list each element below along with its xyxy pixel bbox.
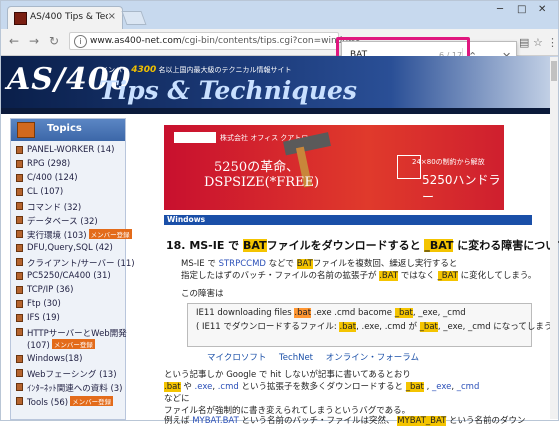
forward-icon[interactable]: → bbox=[29, 34, 39, 48]
tab-close-icon[interactable]: × bbox=[108, 11, 116, 22]
link-microsoft[interactable]: マイクロソフト bbox=[207, 353, 266, 363]
bullet-icon bbox=[16, 369, 23, 377]
topics-title: Topics bbox=[47, 123, 82, 134]
title-bar: AS/400 Tips & Techniq × ─ □ ✕ bbox=[1, 1, 558, 29]
quote-line: ( IE11 でダウンロードするファイル: .bat, .exe, .cmd が… bbox=[196, 322, 556, 332]
advertisement-banner[interactable]: 株式会社 オフィス クアトロ 5250の革命、 DSPSIZE(*FREE) 2… bbox=[164, 125, 504, 210]
ad-product: 5250ハンドラー bbox=[422, 173, 501, 204]
sidebar-item[interactable]: ｲﾝﾀｰﾈｯﾄ関連への資料 (3) bbox=[16, 381, 124, 394]
topics-sidebar: Topics PANEL-WORKER (14) RPG (298) C/400… bbox=[10, 118, 135, 420]
bullet-icon bbox=[16, 314, 23, 322]
sidebar-item[interactable]: Webフェーシング (13) bbox=[16, 367, 124, 380]
bullet-icon bbox=[16, 328, 23, 336]
maximize-icon[interactable]: □ bbox=[517, 4, 526, 15]
bullet-icon bbox=[16, 272, 23, 280]
sidebar-item[interactable]: Tools (56) メンバー登録 bbox=[16, 395, 124, 408]
bullet-icon bbox=[16, 383, 23, 391]
topics-header: Topics bbox=[11, 119, 125, 141]
article-paragraph: 指定したはずのバッチ・ファイルの名前の拡張子が .BAT ではなく _BAT に… bbox=[181, 271, 537, 281]
page-scrollbar[interactable] bbox=[550, 57, 558, 419]
sidebar-item[interactable]: データベース (32) bbox=[16, 214, 124, 227]
bullet-icon bbox=[16, 188, 23, 196]
minimize-icon[interactable]: ─ bbox=[497, 4, 503, 15]
site-info-icon[interactable]: i bbox=[74, 35, 87, 48]
bullet-icon bbox=[16, 202, 23, 210]
bullet-icon bbox=[16, 286, 23, 294]
quote-box: IE11 downloading files .bat .exe .cmd ba… bbox=[187, 303, 556, 347]
section-bar: Windows bbox=[164, 215, 532, 225]
site-tagline: メンバー 4300 名以上国内最大級のテクニカル情報サイト bbox=[101, 65, 292, 75]
member-badge: メンバー登録 bbox=[51, 339, 95, 349]
sidebar-item[interactable]: C/400 (124) bbox=[16, 172, 124, 185]
article-paragraph: 例えば MYBAT.BAT という名前のバッチ・ファイルは突然、 MYBAT_B… bbox=[164, 416, 526, 426]
sidebar-item[interactable]: CL (107) bbox=[16, 186, 124, 199]
bullet-icon bbox=[16, 355, 23, 363]
site-brand: Tips & Techniques bbox=[99, 76, 357, 105]
bullet-icon bbox=[16, 160, 23, 168]
article-paragraph: この障害は bbox=[181, 289, 224, 299]
article-title: 18. MS-IE で BATファイルをダウンロードすると _BAT に変わる障… bbox=[166, 239, 559, 252]
browser-tab[interactable]: AS/400 Tips & Techniq × bbox=[7, 6, 123, 29]
sidebar-item[interactable]: IFS (19) bbox=[16, 312, 124, 325]
bullet-icon bbox=[16, 174, 23, 182]
banner-stripe bbox=[1, 108, 558, 114]
article-paragraph: という記事しか Google で hit しないが記事に書いてあるとおり bbox=[164, 370, 411, 380]
new-tab-button[interactable] bbox=[121, 11, 147, 25]
bullet-icon bbox=[16, 230, 23, 238]
bullet-icon bbox=[16, 244, 23, 252]
sidebar-item[interactable]: PC5250/CA400 (31) bbox=[16, 270, 124, 283]
main-content: 株式会社 オフィス クアトロ 5250の革命、 DSPSIZE(*FREE) 2… bbox=[134, 118, 559, 426]
ad-headline-2: DSPSIZE(*FREE) bbox=[204, 175, 320, 190]
ad-headline-1: 5250の革命、 bbox=[214, 160, 300, 175]
article-paragraph: などに bbox=[164, 394, 190, 404]
bullet-icon bbox=[16, 146, 23, 154]
reload-icon[interactable]: ↻ bbox=[49, 34, 59, 48]
bullet-icon bbox=[16, 397, 23, 405]
scrollbar-thumb[interactable] bbox=[551, 61, 557, 81]
page-icon[interactable]: ▤ bbox=[519, 36, 529, 49]
section-label: Windows bbox=[167, 215, 206, 224]
sidebar-item[interactable]: TCP/IP (36) bbox=[16, 284, 124, 297]
site-banner: AS/400 メンバー 4300 名以上国内最大級のテクニカル情報サイト Tip… bbox=[1, 56, 558, 114]
article-paragraph: MS-IE で STRPCCMD などで BATファイルを複数回、繰返し実行する… bbox=[181, 259, 458, 269]
url-text: www.as400-net.com/cgi-bin/contents/tips.… bbox=[90, 36, 360, 46]
window-close-icon[interactable]: ✕ bbox=[538, 4, 546, 15]
quote-line: IE11 downloading files .bat .exe .cmd ba… bbox=[196, 308, 466, 318]
sidebar-item[interactable]: Windows(18) bbox=[16, 353, 124, 366]
member-badge: メンバー登録 bbox=[70, 396, 114, 406]
ad-subline: 24×80の制約から解放 bbox=[412, 158, 485, 166]
sidebar-item[interactable]: Ftp (30) bbox=[16, 298, 124, 311]
sidebar-item[interactable]: 実行環境 (103) メンバー登録 bbox=[16, 228, 132, 241]
sidebar-item[interactable]: DFU,Query,SQL (42) bbox=[16, 242, 124, 255]
sidebar-item[interactable]: PANEL-WORKER (14) bbox=[16, 144, 124, 157]
sidebar-item[interactable]: HTTPサーバーとWeb開発 (107) メンバー登録 bbox=[16, 326, 127, 351]
menu-icon[interactable]: ⋮ bbox=[547, 36, 558, 49]
link-forum[interactable]: オンライン・フォーラム bbox=[326, 353, 419, 363]
favicon-icon bbox=[14, 12, 27, 25]
bullet-icon bbox=[16, 300, 23, 308]
bookmark-star-icon[interactable]: ☆ bbox=[533, 36, 543, 49]
book-icon bbox=[17, 122, 35, 138]
reference-links: マイクロソフト TechNet オンライン・フォーラム bbox=[207, 351, 429, 363]
browser-window: AS/400 Tips & Techniq × ─ □ ✕ ← → ↻ i ww… bbox=[0, 0, 559, 426]
sidebar-item[interactable]: クライアント/サーバー (11) bbox=[16, 256, 135, 269]
back-icon[interactable]: ← bbox=[9, 34, 19, 48]
bullet-icon bbox=[16, 258, 23, 266]
article-paragraph: .bat や .exe, .cmd という拡張子を数多くダウンロードすると _b… bbox=[164, 382, 480, 392]
bullet-icon bbox=[16, 216, 23, 224]
link-technet[interactable]: TechNet bbox=[279, 353, 313, 363]
member-badge: メンバー登録 bbox=[88, 229, 132, 239]
publisher-logo bbox=[174, 132, 216, 143]
tab-title: AS/400 Tips & Techniq bbox=[30, 12, 108, 22]
sidebar-item[interactable]: コマンド (32) bbox=[16, 200, 124, 213]
address-bar[interactable]: i www.as400-net.com/cgi-bin/contents/tip… bbox=[69, 32, 360, 50]
sidebar-item[interactable]: RPG (298) bbox=[16, 158, 124, 171]
